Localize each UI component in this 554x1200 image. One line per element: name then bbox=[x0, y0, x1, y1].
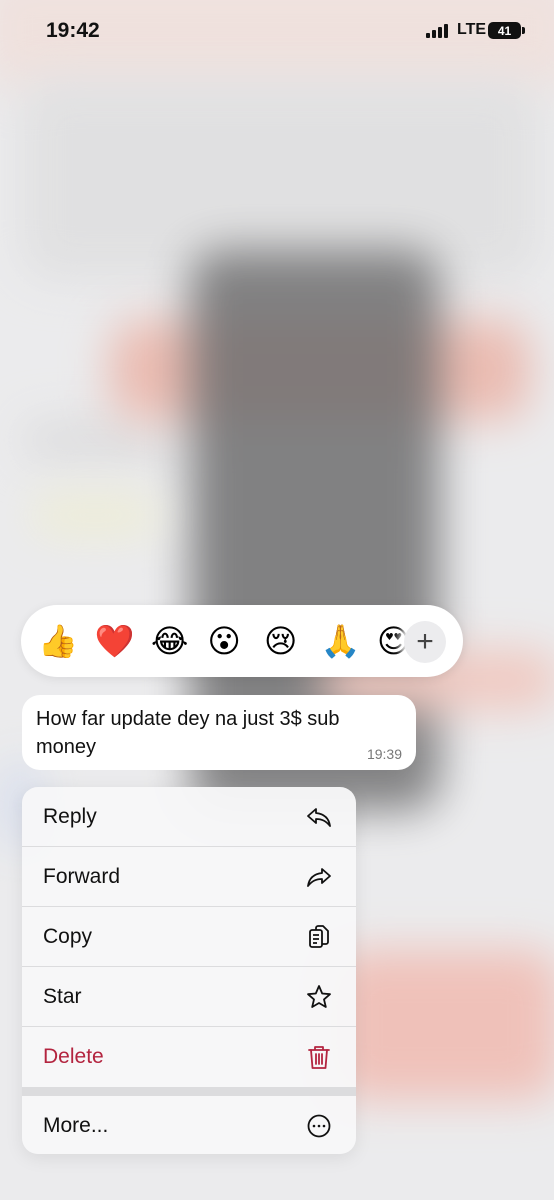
menu-item-forward[interactable]: Forward bbox=[22, 847, 356, 907]
reply-icon bbox=[304, 802, 334, 832]
reaction-sad[interactable]: 😢 bbox=[264, 625, 321, 657]
menu-separator bbox=[22, 1087, 356, 1096]
reaction-laugh[interactable]: 😂 bbox=[151, 625, 208, 657]
forward-icon bbox=[304, 862, 334, 892]
more-reactions-button[interactable]: + bbox=[404, 621, 446, 663]
reaction-bar: 👍 ❤️ 😂 😮 😢 🙏 😍 + bbox=[21, 605, 463, 677]
copy-icon bbox=[304, 922, 334, 952]
menu-item-label: Reply bbox=[43, 804, 97, 828]
reaction-heart[interactable]: ❤️ bbox=[95, 625, 152, 657]
trash-icon bbox=[304, 1042, 334, 1072]
menu-item-label: Copy bbox=[43, 924, 93, 948]
status-time: 19:42 bbox=[46, 19, 100, 42]
menu-item-more[interactable]: More... bbox=[22, 1096, 356, 1154]
reaction-surprised[interactable]: 😮 bbox=[208, 625, 265, 657]
reaction-thumbs-up[interactable]: 👍 bbox=[38, 625, 95, 657]
menu-item-label: Star bbox=[43, 984, 82, 1008]
menu-item-delete[interactable]: Delete bbox=[22, 1027, 356, 1087]
menu-item-reply[interactable]: Reply bbox=[22, 787, 356, 847]
battery-level: 41 bbox=[497, 23, 512, 38]
reaction-pray[interactable]: 🙏 bbox=[321, 625, 378, 657]
message-bubble: How far update dey na just 3$ sub money … bbox=[22, 695, 416, 770]
status-bar: 19:42 LTE 41 bbox=[0, 0, 554, 60]
context-menu: Reply Forward Copy Star Delete More... bbox=[22, 787, 356, 1154]
battery-cap bbox=[522, 27, 525, 34]
network-type: LTE bbox=[457, 21, 487, 38]
more-icon bbox=[304, 1111, 334, 1141]
battery-icon: 41 bbox=[488, 22, 521, 39]
cellular-signal-icon bbox=[426, 24, 448, 38]
menu-item-label: Delete bbox=[43, 1045, 104, 1068]
menu-item-label: Forward bbox=[43, 864, 121, 888]
menu-item-copy[interactable]: Copy bbox=[22, 907, 356, 967]
message-timestamp: 19:39 bbox=[366, 746, 402, 762]
message-text: How far update dey na just 3$ sub money bbox=[36, 708, 340, 758]
menu-item-label: More... bbox=[43, 1113, 109, 1137]
menu-item-star[interactable]: Star bbox=[22, 967, 356, 1027]
star-icon bbox=[304, 982, 334, 1012]
